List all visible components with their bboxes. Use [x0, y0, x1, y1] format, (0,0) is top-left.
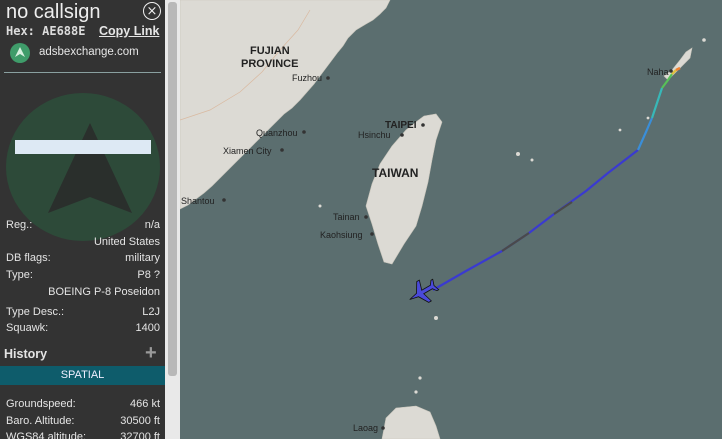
adsbexchange-logo-icon [10, 43, 30, 63]
source-link[interactable]: adsbexchange.com [39, 46, 139, 58]
label-quanzhou: Quanzhou [256, 128, 298, 138]
detail-value: L2J [142, 306, 160, 318]
hex-code: Hex: AE688E [6, 24, 86, 38]
detail-value: 1400 [135, 322, 160, 334]
history-label: History [4, 347, 48, 361]
divider [4, 72, 161, 73]
detail-value: BOEING P-8 Poseidon [48, 286, 160, 298]
flight-key: Baro. Altitude: [6, 415, 75, 427]
sidebar-scrollbar-thumb[interactable] [168, 2, 177, 376]
close-icon[interactable]: ⨯ [143, 2, 161, 20]
label-xiamen-city: Xiamen City [223, 146, 272, 156]
callsign-title: no callsign [6, 1, 101, 23]
label-kaohsiung: Kaohsiung [320, 230, 363, 240]
label-naha: Naha [647, 67, 669, 77]
label-taiwan: TAIWAN [372, 166, 418, 180]
flight-value: 32700 ft [120, 431, 160, 439]
plus-icon[interactable]: + [145, 342, 157, 365]
detail-value: military [125, 252, 160, 264]
detail-key: DB flags: [6, 252, 51, 264]
detail-key: Type: [6, 269, 33, 281]
map-view[interactable]: FUJIAN PROVINCE Fuzhou Quanzhou Xiamen C… [180, 0, 722, 439]
aircraft-info-panel: no callsign ⨯ Hex: AE688E Copy Link adsb… [0, 0, 165, 439]
label-fuzhou: Fuzhou [292, 73, 322, 83]
flight-key: WGS84 altitude: [6, 431, 87, 439]
label-tainan: Tainan [333, 212, 360, 222]
detail-key: Type Desc.: [6, 306, 65, 318]
copy-link-button[interactable]: Copy Link [99, 24, 159, 38]
label-shantou: Shantou [181, 196, 215, 206]
label-laoag: Laoag [353, 423, 378, 433]
flight-value: 30500 ft [120, 415, 160, 427]
history-section-header[interactable]: History + [0, 342, 165, 365]
label-province: PROVINCE [241, 58, 298, 70]
photo-caption-bar [15, 140, 151, 154]
detail-value: n/a [144, 219, 160, 231]
label-fujian: FUJIAN [250, 45, 290, 57]
flight-key: Groundspeed: [6, 398, 76, 410]
tab-spatial[interactable]: SPATIAL [0, 366, 165, 385]
detail-value: P8 ? [137, 269, 160, 281]
label-hsinchu: Hsinchu [358, 130, 391, 140]
detail-key: Reg.: [6, 219, 33, 231]
detail-key: Squawk: [6, 322, 49, 334]
detail-value: United States [93, 236, 160, 248]
flight-value: 466 kt [130, 398, 160, 410]
